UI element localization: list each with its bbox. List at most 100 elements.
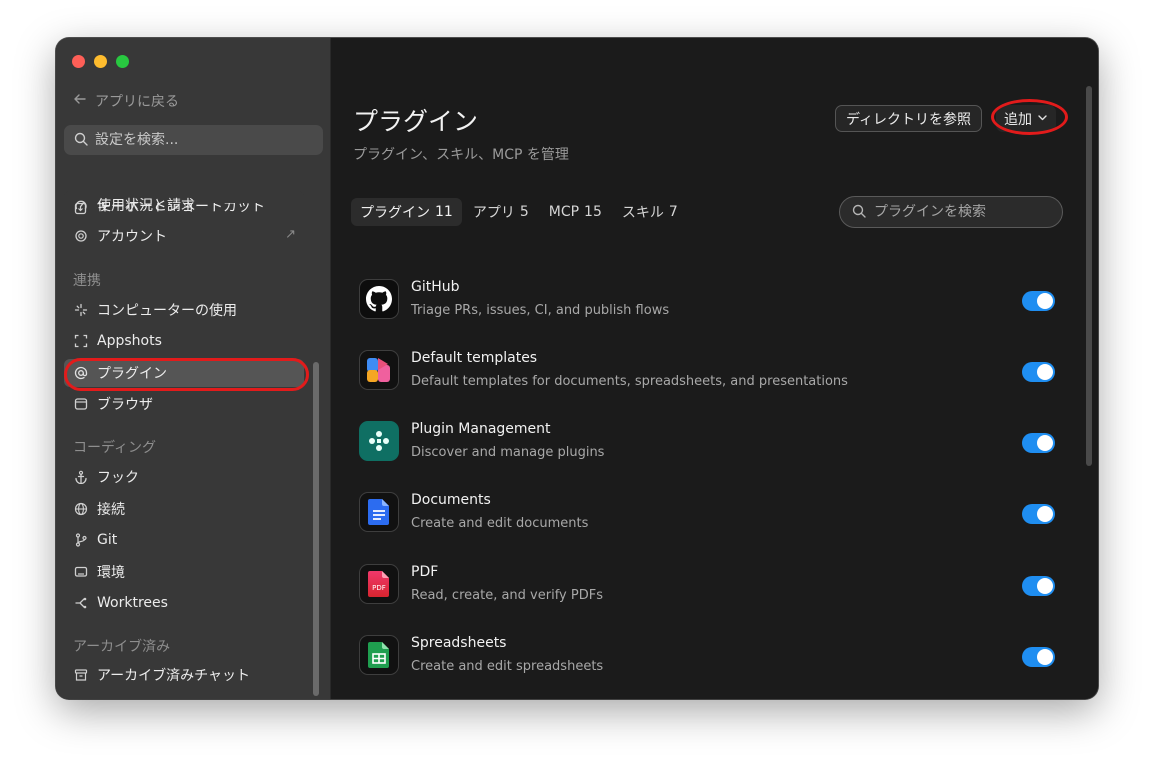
worktree-icon — [73, 596, 88, 611]
plugin-toggle[interactable] — [1022, 504, 1055, 524]
plugin-description: Triage PRs, issues, CI, and publish flow… — [411, 303, 670, 318]
monitor-icon — [73, 565, 88, 580]
sidebar-item-label: アカウント — [97, 229, 167, 245]
plugin-name: Default templates — [411, 350, 538, 366]
plugin-toggle[interactable] — [1022, 647, 1055, 667]
plugin-description: Create and edit spreadsheets — [411, 659, 604, 674]
tab-count: 15 — [584, 204, 602, 220]
window-controls — [72, 55, 129, 68]
search-icon — [852, 203, 866, 222]
globe-icon — [73, 502, 88, 517]
sidebar-item-account[interactable]: アカウント ↗ — [64, 222, 304, 250]
plugin-name: Plugin Management — [411, 421, 551, 437]
plugin-description: Default templates for documents, spreads… — [411, 374, 848, 389]
browse-directory-button[interactable]: ディレクトリを参照 — [835, 105, 983, 132]
tab-skills[interactable]: スキル 7 — [613, 198, 687, 226]
settings-window: アプリに戻る キーボードショートカット 使用状況と請求 アカ — [56, 38, 1098, 699]
back-to-app-link[interactable]: アプリに戻る — [73, 91, 179, 111]
sidebar-item-label: アーカイブ済みチャット — [97, 668, 251, 684]
sidebar-item-hooks[interactable]: フック — [64, 463, 304, 491]
page-title: プラグイン — [353, 107, 479, 136]
sidebar-item-environments[interactable]: 環境 — [64, 558, 304, 586]
add-button[interactable]: 追加 — [996, 105, 1056, 132]
plugin-row-plugin-management: Plugin Management Discover and manage pl… — [359, 421, 1059, 477]
add-button-label: 追加 — [1004, 111, 1032, 128]
sidebar-item-archived-chats[interactable]: アーカイブ済みチャット — [64, 661, 304, 689]
browser-icon — [73, 397, 88, 412]
plugin-description: Discover and manage plugins — [411, 445, 605, 460]
section-label-coding: コーディング — [73, 440, 157, 456]
section-label-archived: アーカイブ済み — [73, 639, 171, 655]
main-content: プラグイン プラグイン、スキル、MCP を管理 ディレクトリを参照 追加 プラグ… — [332, 38, 1098, 699]
plugin-search[interactable] — [839, 196, 1063, 228]
document-icon — [359, 492, 399, 532]
sidebar-item-worktrees[interactable]: Worktrees — [64, 589, 304, 617]
gauge-icon — [73, 198, 88, 213]
sidebar-item-computer-use[interactable]: コンピューターの使用 — [64, 296, 304, 324]
archive-box-icon — [73, 668, 88, 683]
plugin-name: GitHub — [411, 279, 460, 295]
tab-count: 11 — [435, 204, 453, 220]
sidebar: アプリに戻る キーボードショートカット 使用状況と請求 アカ — [56, 38, 331, 699]
tab-label: アプリ — [472, 205, 515, 221]
plugin-name: Documents — [411, 492, 491, 508]
main-scrollbar[interactable] — [1086, 86, 1092, 466]
minimize-window-button[interactable] — [94, 55, 107, 68]
sidebar-item-label: Appshots — [97, 333, 162, 349]
tab-plugins[interactable]: プラグイン 11 — [351, 198, 462, 226]
plugin-description: Create and edit documents — [411, 516, 589, 531]
screenshot-frame-icon — [73, 334, 88, 349]
plugin-search-input[interactable] — [874, 204, 1044, 220]
sidebar-item-label: コンピューターの使用 — [97, 303, 237, 319]
github-icon — [359, 279, 399, 319]
settings-search-input[interactable] — [95, 132, 295, 148]
sidebar-item-label: Worktrees — [97, 595, 168, 611]
spreadsheet-icon — [359, 635, 399, 675]
tab-label: プラグイン — [360, 205, 430, 221]
tab-count: 5 — [519, 204, 529, 220]
plugin-toggle[interactable] — [1022, 291, 1055, 311]
tab-mcp[interactable]: MCP 15 — [540, 198, 611, 226]
pdf-icon: PDF — [359, 564, 399, 604]
sidebar-item-browser[interactable]: ブラウザ — [64, 390, 304, 418]
anchor-icon — [73, 470, 88, 485]
plugin-name: PDF — [411, 564, 439, 580]
plugin-description: Read, create, and verify PDFs — [411, 588, 603, 603]
plugin-row-spreadsheets: Spreadsheets Create and edit spreadsheet… — [359, 635, 1059, 691]
sidebar-scrollbar[interactable] — [313, 362, 319, 696]
git-branch-icon — [73, 533, 88, 548]
tab-apps[interactable]: アプリ 5 — [464, 198, 538, 226]
plugin-management-icon — [359, 421, 399, 461]
chevron-down-icon — [1037, 111, 1048, 127]
sidebar-item-appshots[interactable]: Appshots — [64, 327, 304, 355]
arrow-left-icon — [73, 92, 87, 110]
sidebar-item-connections[interactable]: 接続 — [64, 495, 304, 523]
plugin-row-pdf: PDF PDF Read, create, and verify PDFs — [359, 564, 1059, 620]
section-label-integrations: 連携 — [73, 273, 101, 289]
search-icon — [74, 131, 88, 150]
plugin-toggle[interactable] — [1022, 576, 1055, 596]
tab-label: MCP — [548, 204, 580, 220]
tab-label: スキル — [621, 205, 664, 221]
sidebar-item-label: フック — [97, 470, 139, 486]
at-sign-icon — [73, 366, 88, 381]
sidebar-item-usage-billing[interactable]: 使用状況と請求 — [64, 191, 304, 219]
templates-icon — [359, 350, 399, 390]
plugin-toggle[interactable] — [1022, 362, 1055, 382]
back-label: アプリに戻る — [95, 94, 179, 110]
settings-search[interactable] — [64, 125, 323, 155]
pdf-icon-label: PDF — [372, 584, 386, 592]
sidebar-item-label: 使用状況と請求 — [97, 198, 195, 214]
tab-count: 7 — [668, 204, 678, 220]
sidebar-item-git[interactable]: Git — [64, 526, 304, 554]
zoom-window-button[interactable] — [116, 55, 129, 68]
sparkle-icon — [73, 303, 88, 318]
sidebar-item-label: ブラウザ — [97, 397, 153, 413]
close-window-button[interactable] — [72, 55, 85, 68]
plugin-toggle[interactable] — [1022, 433, 1055, 453]
plugin-row-documents: Documents Create and edit documents — [359, 492, 1059, 548]
plugin-name: Spreadsheets — [411, 635, 507, 651]
sidebar-item-label: プラグイン — [97, 366, 167, 382]
sidebar-item-plugins[interactable]: プラグイン — [64, 359, 304, 387]
external-link-icon: ↗ — [285, 227, 296, 242]
